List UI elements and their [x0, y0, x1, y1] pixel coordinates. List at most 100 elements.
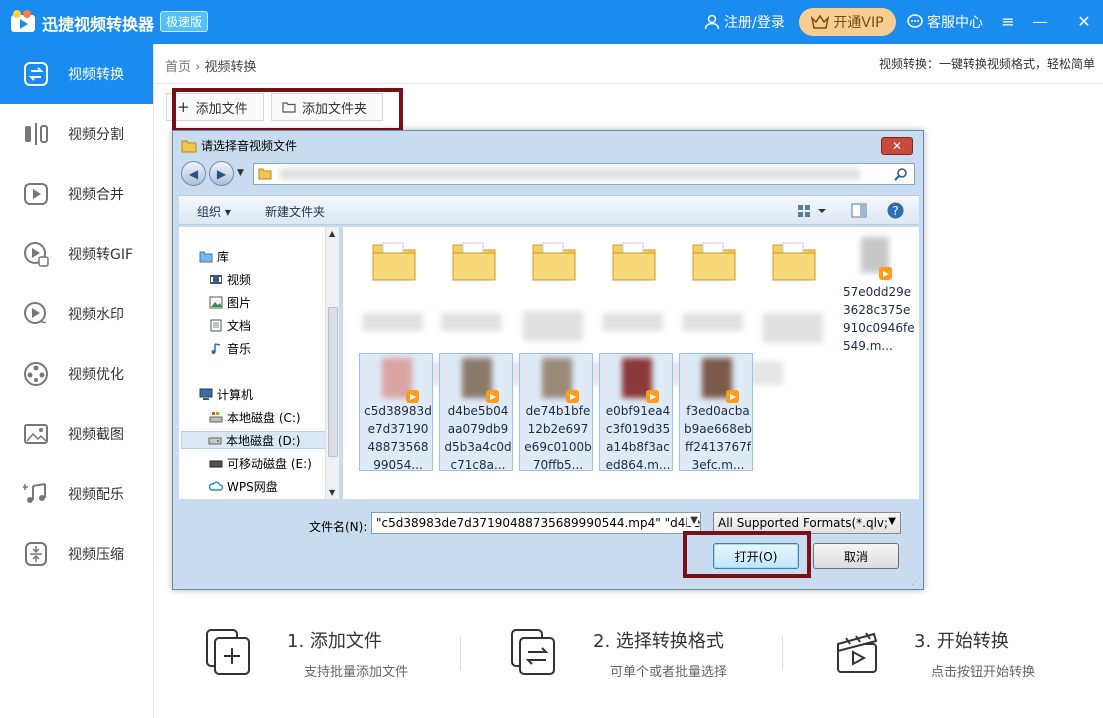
- tree-item-videos[interactable]: 视频: [209, 270, 251, 288]
- service-button[interactable]: 客服中心: [907, 12, 983, 32]
- view-options-icon[interactable]: [797, 203, 827, 219]
- folder-icon[interactable]: [769, 237, 819, 283]
- sidebar-item-optimize[interactable]: 视频优化: [0, 344, 153, 404]
- chevron-down-icon[interactable]: ▼: [687, 515, 698, 526]
- sidebar-item-screenshot[interactable]: 视频截图: [0, 404, 153, 464]
- watermark-icon: [24, 302, 47, 324]
- tree-item-wps-cloud[interactable]: WPS网盘: [209, 477, 278, 495]
- user-icon: [704, 14, 720, 30]
- tree-label: 图片: [227, 295, 252, 310]
- sidebar-item-watermark[interactable]: 视频水印: [0, 284, 153, 344]
- dialog-close-button[interactable]: ✕: [881, 137, 913, 155]
- tree-label: 文档: [227, 318, 252, 333]
- address-bar[interactable]: [253, 163, 915, 185]
- search-icon[interactable]: [894, 167, 908, 181]
- sidebar-item-label: 视频水印: [68, 307, 124, 323]
- folder-icon[interactable]: [529, 237, 579, 283]
- history-dropdown-icon[interactable]: ▼: [237, 168, 244, 178]
- tree-item-disk-d[interactable]: 本地磁盘 (D:): [181, 431, 331, 449]
- divider: [460, 636, 461, 670]
- minimize-icon: —: [1032, 11, 1048, 31]
- login-button[interactable]: 注册/登录: [704, 12, 785, 32]
- new-folder-button[interactable]: 新建文件夹: [265, 203, 325, 220]
- selected-file-tile[interactable]: de74b1bfe12b2e697e69c0100b70ffb5...: [519, 353, 593, 472]
- tree-label: 本地磁盘 (C:): [227, 410, 301, 425]
- cancel-button[interactable]: 取消: [813, 543, 899, 569]
- folder-icon[interactable]: [369, 237, 419, 283]
- close-button[interactable]: ✕: [1074, 10, 1094, 32]
- computer-icon: [199, 388, 213, 400]
- sidebar-item-label: 视频截图: [68, 427, 124, 443]
- folder-icon[interactable]: [689, 237, 739, 283]
- add-file-step-icon: [206, 629, 250, 675]
- scroll-thumb[interactable]: [328, 307, 338, 457]
- step-title: 1. 添加文件: [287, 631, 382, 652]
- step-description: 支持批量添加文件: [304, 665, 409, 680]
- filename-input[interactable]: "c5d38983de7d37190488735689990544.mp4" "…: [371, 512, 701, 534]
- tree-item-documents[interactable]: 文档: [209, 316, 251, 334]
- app-title: 迅捷视频转换器: [42, 15, 155, 34]
- tree-item-computer[interactable]: 计算机: [199, 385, 253, 403]
- sidebar-item-music[interactable]: 视频配乐: [0, 464, 153, 524]
- menu-icon: ≡: [1001, 11, 1015, 31]
- vip-button[interactable]: 开通VIP: [799, 8, 896, 36]
- sidebar-item-label: 视频转换: [68, 67, 124, 83]
- sidebar-item-merge[interactable]: 视频合并: [0, 164, 153, 224]
- library-icon: [199, 251, 213, 262]
- organize-label: 组织: [197, 205, 222, 219]
- tree-item-pictures[interactable]: 图片: [209, 293, 251, 311]
- back-button[interactable]: ◀: [181, 161, 206, 186]
- navigation-pane: 库 视频 图片 文档 音乐 计算机 本地磁盘 (C:) 本地磁盘 (D:) 可移…: [179, 227, 339, 499]
- step-title: 3. 开始转换: [914, 631, 1009, 652]
- file-name[interactable]: 57e0dd29e3628c375e910c0946fe549.m...: [843, 283, 917, 355]
- sidebar-item-convert[interactable]: 视频转换: [0, 44, 153, 104]
- filename-value: "c5d38983de7d37190488735689990544.mp4" "…: [376, 516, 701, 530]
- file-name: e0bf91ea4c3f019d35a14b8f3aced864.m...: [605, 404, 671, 472]
- forward-button[interactable]: ▶: [209, 161, 234, 186]
- back-arrow-icon: ◀: [188, 166, 199, 181]
- scroll-up-icon[interactable]: ▲: [329, 229, 335, 238]
- folder-icon[interactable]: [609, 237, 659, 283]
- sidebar-item-compress[interactable]: 视频压缩: [0, 524, 153, 584]
- selected-file-tile[interactable]: c5d38983de7d371904887356899054...: [359, 353, 433, 472]
- play-badge-icon: [879, 267, 892, 280]
- tree-item-disk-c[interactable]: 本地磁盘 (C:): [209, 408, 301, 426]
- tree-item-music[interactable]: 音乐: [209, 339, 251, 357]
- vip-label: 开通VIP: [833, 15, 884, 31]
- file-name: d4be5b04aa079db9d5b3a4c0dc71c8a...: [444, 404, 512, 472]
- selected-file-tile[interactable]: f3ed0acbab9ae668ebff2413767f3efc.m...: [679, 353, 753, 472]
- folder-icon[interactable]: [449, 237, 499, 283]
- menu-button[interactable]: ≡: [998, 10, 1018, 32]
- sidebar-item-gif[interactable]: 视频转GIF: [0, 224, 153, 284]
- organize-menu[interactable]: 组织 ▾: [197, 203, 231, 220]
- format-value: All Supported Formats(*.qlv;: [718, 516, 889, 530]
- breadcrumb-home[interactable]: 首页: [165, 60, 191, 75]
- help-icon[interactable]: ?: [887, 202, 904, 219]
- divider: [155, 83, 1103, 84]
- preview-pane-icon[interactable]: [851, 203, 867, 218]
- file-open-dialog: 请选择音视频文件 ✕ ◀ ▶ ▼ 组织 ▾ 新建文件夹 ? 库 视频 图片 文档…: [172, 130, 924, 590]
- selected-file-tile[interactable]: d4be5b04aa079db9d5b3a4c0dc71c8a...: [439, 353, 513, 472]
- highlight-box: [172, 88, 403, 132]
- crown-icon: [811, 15, 830, 29]
- music-icon: [23, 483, 46, 503]
- folder-name-redacted: [363, 313, 423, 331]
- folder-icon: [258, 168, 272, 180]
- service-label: 客服中心: [927, 15, 983, 31]
- resize-grip-icon[interactable]: ⋰: [911, 577, 920, 587]
- disk-c-icon: [209, 411, 223, 422]
- tree-item-removable-e[interactable]: 可移动磁盘 (E:): [209, 454, 312, 472]
- disk-d-icon: [208, 437, 222, 444]
- breadcrumb: 首页 › 视频转换: [165, 56, 257, 75]
- music-folder-icon: [211, 342, 221, 354]
- dialog-title: 请选择音视频文件: [201, 139, 298, 153]
- scroll-down-icon[interactable]: ▼: [329, 488, 335, 497]
- sidebar-item-label: 视频分割: [68, 127, 124, 143]
- sidebar-item-split[interactable]: 视频分割: [0, 104, 153, 164]
- file-list-pane: 57e0dd29e3628c375e910c0946fe549.m... c5d…: [343, 227, 919, 499]
- nav-pane-scrollbar[interactable]: ▲ ▼: [325, 227, 339, 499]
- selected-file-tile[interactable]: e0bf91ea4c3f019d35a14b8f3aced864.m...: [599, 353, 673, 472]
- tree-item-library[interactable]: 库: [199, 247, 229, 265]
- minimize-button[interactable]: —: [1030, 10, 1050, 32]
- step-description: 可单个或者批量选择: [610, 665, 728, 680]
